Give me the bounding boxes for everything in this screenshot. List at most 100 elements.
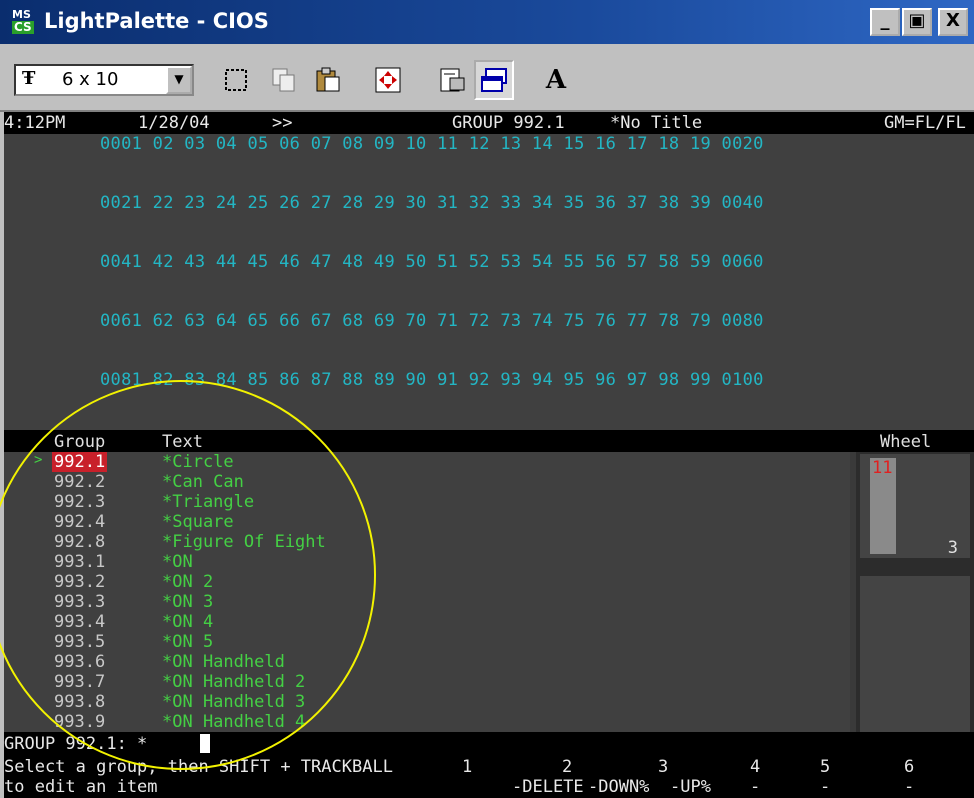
app-icon[interactable]: MS CS xyxy=(12,8,42,36)
group-id: 993.3 xyxy=(54,592,106,612)
app-icon-bottom-text: CS xyxy=(12,20,34,34)
softkey-3-number[interactable]: 3 xyxy=(658,757,668,777)
table-row[interactable]: 993.9 *ON Handheld 4 xyxy=(4,712,850,732)
minimize-button[interactable]: _ xyxy=(870,8,900,36)
table-row[interactable]: 993.8 *ON Handheld 3 xyxy=(4,692,850,712)
table-row[interactable]: 992.8 *Figure Of Eight xyxy=(4,532,850,552)
properties-icon[interactable] xyxy=(432,60,472,100)
font-icon[interactable]: A xyxy=(536,60,576,100)
text-column-header: Text xyxy=(162,432,203,452)
clock-time: 4:12PM xyxy=(4,113,66,133)
font-size-value: 6 x 10 xyxy=(62,69,119,90)
table-row[interactable]: 993.2 *ON 2 xyxy=(4,572,850,592)
group-text: *ON 5 xyxy=(162,632,214,652)
table-row[interactable]: 992.2 *Can Can xyxy=(4,472,850,492)
table-row[interactable]: > 992.1 *Circle xyxy=(4,452,850,472)
group-id: 993.8 xyxy=(54,692,106,712)
channel-row-2: 0021 22 23 24 25 26 27 28 29 30 31 32 33… xyxy=(100,193,764,213)
group-text: *Circle xyxy=(162,452,234,472)
font-size-dropdown[interactable]: Ŧ 6 x 10 ▼ xyxy=(14,64,194,96)
prompt-line-1: Select a group, then SHIFT + TRACKBALL xyxy=(4,757,393,777)
window-title: LightPalette - CIOS xyxy=(44,9,269,33)
group-text: *Can Can xyxy=(162,472,244,492)
command-line[interactable]: GROUP 992.1: * xyxy=(4,732,974,756)
group-id: 992.3 xyxy=(54,492,106,512)
selection-cursor: > xyxy=(34,452,43,468)
softkey-4-number[interactable]: 4 xyxy=(750,757,760,777)
softkey-down[interactable]: -DOWN% xyxy=(588,777,649,797)
channel-grid: 0001 02 03 04 05 06 07 08 09 10 11 12 13… xyxy=(4,134,974,434)
group-id: 993.9 xyxy=(54,712,106,732)
wheel-slot-empty xyxy=(860,576,970,732)
softkey-6-number[interactable]: 6 xyxy=(904,757,914,777)
group-text: *Figure Of Eight xyxy=(162,532,326,552)
table-row[interactable]: 993.5 *ON 5 xyxy=(4,632,850,652)
group-id: 993.2 xyxy=(54,572,106,592)
channel-row-1: 0001 02 03 04 05 06 07 08 09 10 11 12 13… xyxy=(100,134,764,154)
channel-row-5: 0081 82 83 84 85 86 87 88 89 90 91 92 93… xyxy=(100,370,764,390)
group-text: *ON Handheld 2 xyxy=(162,672,306,692)
fullscreen-icon[interactable] xyxy=(368,60,408,100)
paste-icon[interactable] xyxy=(308,60,348,100)
softkey-6[interactable]: - xyxy=(904,777,914,797)
group-text: *ON Handheld xyxy=(162,652,285,672)
group-text: *ON 3 xyxy=(162,592,214,612)
table-row[interactable]: 993.4 *ON 4 xyxy=(4,612,850,632)
copy-icon[interactable] xyxy=(264,60,304,100)
softkey-5-number[interactable]: 5 xyxy=(820,757,830,777)
group-id: 993.1 xyxy=(54,552,106,572)
table-row[interactable]: 993.3 *ON 3 xyxy=(4,592,850,612)
group-text: *Square xyxy=(162,512,234,532)
prompt-line-2: to edit an item xyxy=(4,777,158,797)
channel-row-4: 0061 62 63 64 65 66 67 68 69 70 71 72 73… xyxy=(100,311,764,331)
table-row[interactable]: 993.1 *ON xyxy=(4,552,850,572)
group-text: *Triangle xyxy=(162,492,255,512)
grand-master: GM=FL/FL xyxy=(884,113,966,133)
truetype-icon: Ŧ xyxy=(22,68,36,89)
window-icon[interactable] xyxy=(474,60,514,100)
title-bar: MS CS LightPalette - CIOS _ ▣ X xyxy=(0,0,974,44)
group-id: 993.7 xyxy=(54,672,106,692)
softkey-2-number[interactable]: 2 xyxy=(562,757,572,777)
softkey-4[interactable]: - xyxy=(750,777,760,797)
group-id: 993.5 xyxy=(54,632,106,652)
select-rect-icon[interactable] xyxy=(216,60,256,100)
group-text: *ON 4 xyxy=(162,612,214,632)
group-text: *ON Handheld 3 xyxy=(162,692,306,712)
group-id: 992.1 xyxy=(52,452,108,472)
table-row[interactable]: 993.7 *ON Handheld 2 xyxy=(4,672,850,692)
group-id: 992.8 xyxy=(54,532,106,552)
chevron-down-icon[interactable]: ▼ xyxy=(166,66,192,94)
wheel-slot[interactable]: 11 3 xyxy=(860,454,970,558)
group-id: 993.6 xyxy=(54,652,106,672)
date: 1/28/04 xyxy=(138,113,210,133)
group-column-header: Group xyxy=(54,432,106,452)
close-button[interactable]: X xyxy=(938,8,968,36)
softkey-delete[interactable]: -DELETE xyxy=(512,777,584,797)
table-row[interactable]: 993.6 *ON Handheld xyxy=(4,652,850,672)
show-title: *No Title xyxy=(610,113,703,133)
text-cursor xyxy=(200,734,210,753)
toolbar: Ŧ 6 x 10 ▼ A xyxy=(0,44,974,112)
console-area: 4:12PM 1/28/04 >> GROUP 992.1 *No Title … xyxy=(4,112,974,798)
group-id: 992.2 xyxy=(54,472,106,492)
group-id: 992.4 xyxy=(54,512,106,532)
table-row[interactable]: 992.4 *Square xyxy=(4,512,850,532)
maximize-button[interactable]: ▣ xyxy=(902,8,932,36)
channel-row-3: 0041 42 43 44 45 46 47 48 49 50 51 52 53… xyxy=(100,252,764,272)
group-text: *ON xyxy=(162,552,193,572)
group-text: *ON 2 xyxy=(162,572,214,592)
softkey-up[interactable]: -UP% xyxy=(670,777,711,797)
softkey-1-number[interactable]: 1 xyxy=(462,757,472,777)
command-text: GROUP 992.1: * xyxy=(4,734,148,754)
wheel-column-header: Wheel xyxy=(880,432,932,452)
arrows: >> xyxy=(272,113,293,133)
wheel-value: 3 xyxy=(947,538,958,558)
current-group: GROUP 992.1 xyxy=(452,113,565,133)
table-row[interactable]: 992.3 *Triangle xyxy=(4,492,850,512)
list-header: Group Text Wheel xyxy=(4,430,974,452)
prompt-area: Select a group, then SHIFT + TRACKBALL t… xyxy=(4,756,974,798)
group-id: 993.4 xyxy=(54,612,106,632)
wheel-panel: 11 3 xyxy=(856,452,974,732)
softkey-5[interactable]: - xyxy=(820,777,830,797)
